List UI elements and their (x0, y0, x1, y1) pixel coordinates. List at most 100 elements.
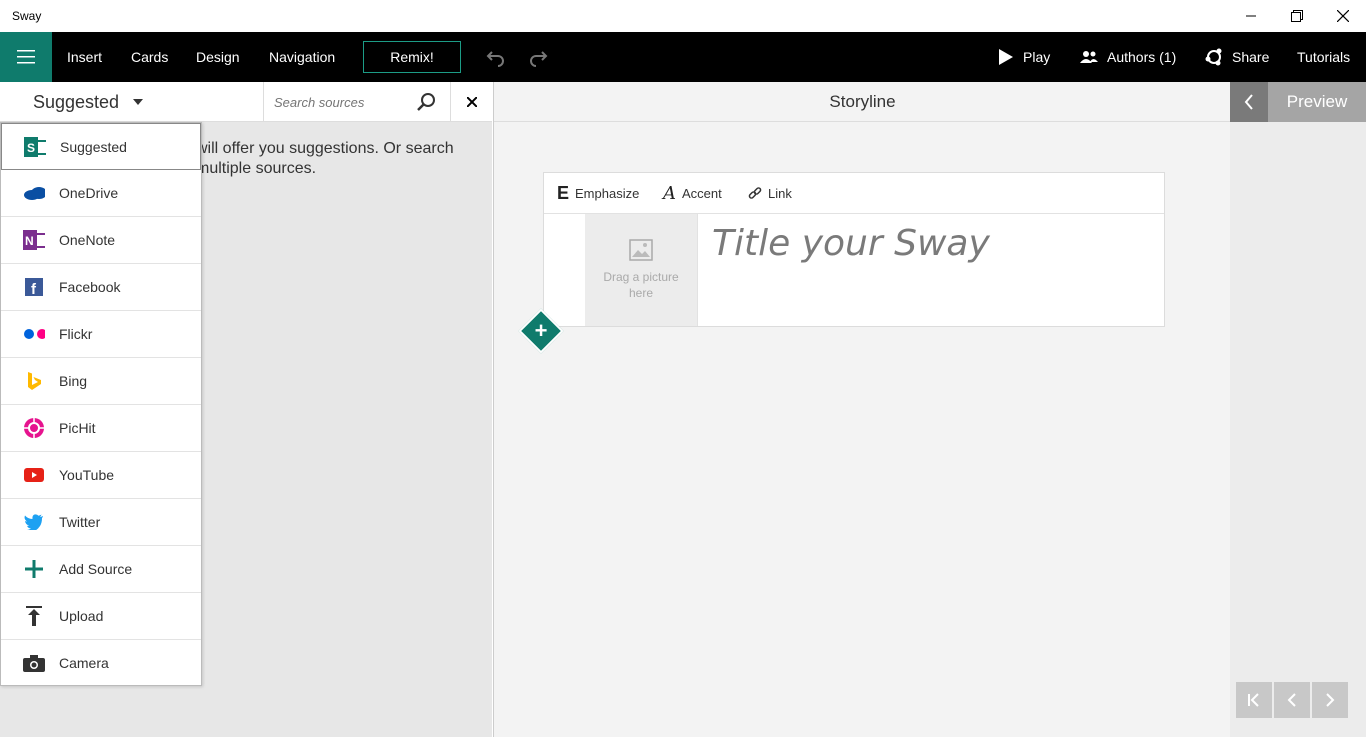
source-item-add-source[interactable]: Add Source (1, 546, 201, 593)
share-icon (1205, 48, 1222, 66)
source-item-label: PicHit (59, 420, 96, 436)
accent-icon: A (663, 183, 676, 204)
pichit-icon (23, 417, 45, 439)
facebook-icon: f (23, 276, 45, 298)
redo-icon[interactable] (528, 47, 548, 67)
bing-icon (23, 370, 45, 392)
source-item-label: Facebook (59, 279, 121, 295)
close-icon (1337, 10, 1349, 22)
source-item-label: Add Source (59, 561, 133, 577)
hamburger-icon (17, 50, 35, 64)
chevron-left-icon (1287, 693, 1296, 707)
source-item-suggested[interactable]: S Suggested (1, 123, 201, 170)
tab-design[interactable]: Design (196, 32, 240, 82)
chevron-right-icon (1326, 693, 1335, 707)
twitter-icon (23, 511, 45, 533)
flickr-icon (23, 323, 45, 345)
link-button[interactable]: Link (748, 173, 792, 214)
preview-collapse-button[interactable] (1230, 82, 1268, 122)
source-item-onedrive[interactable]: OneDrive (1, 170, 201, 217)
camera-icon (23, 652, 45, 674)
tutorials-label: Tutorials (1297, 49, 1351, 65)
share-label: Share (1232, 49, 1270, 65)
accent-label: Accent (682, 186, 722, 201)
youtube-icon (23, 464, 45, 486)
app-title: Sway (12, 9, 42, 23)
source-item-upload[interactable]: Upload (1, 593, 201, 640)
svg-text:S: S (27, 141, 35, 155)
restore-icon (1291, 10, 1303, 22)
tutorials-button[interactable]: Tutorials (1297, 32, 1350, 82)
restore-button[interactable] (1274, 0, 1320, 32)
undo-icon[interactable] (486, 47, 506, 67)
source-item-camera[interactable]: Camera (1, 639, 201, 686)
first-slide-button[interactable] (1236, 682, 1272, 718)
close-pane-button[interactable] (452, 82, 492, 122)
tab-cards[interactable]: Cards (131, 32, 168, 82)
onenote-icon: N (23, 229, 45, 251)
next-slide-button[interactable] (1312, 682, 1348, 718)
source-item-onenote[interactable]: N OneNote (1, 217, 201, 264)
accent-button[interactable]: A Accent (663, 173, 722, 214)
picture-drop-zone[interactable]: Drag a picture here (585, 214, 698, 326)
minimize-button[interactable] (1228, 0, 1274, 32)
plus-icon (23, 558, 45, 580)
play-icon (999, 49, 1013, 65)
tab-navigation[interactable]: Navigation (269, 32, 335, 82)
search-input[interactable] (264, 82, 414, 122)
source-item-bing[interactable]: Bing (1, 358, 201, 405)
play-label: Play (1023, 49, 1051, 65)
chevron-left-icon (1244, 94, 1253, 110)
svg-text:N: N (25, 234, 34, 248)
source-item-label: Upload (59, 608, 104, 624)
remix-button[interactable]: Remix! (363, 41, 461, 73)
hamburger-menu-button[interactable] (0, 32, 52, 82)
source-select[interactable]: Suggested (0, 82, 262, 122)
title-input[interactable]: Title your Sway (712, 223, 990, 264)
search-icon[interactable] (416, 92, 436, 112)
emphasize-label: Emphasize (575, 186, 640, 201)
preview-label: Preview (1286, 92, 1348, 111)
source-item-pichit[interactable]: PicHit (1, 405, 201, 452)
link-icon (748, 186, 762, 199)
source-item-label: Flickr (59, 326, 93, 342)
source-item-label: Twitter (59, 514, 101, 530)
source-item-label: Suggested (60, 138, 127, 155)
authors-button[interactable]: Authors (1) (1080, 32, 1176, 82)
preview-header: Preview (1230, 82, 1366, 122)
source-dropdown: S Suggested OneDrive N OneNote f Faceboo… (0, 122, 202, 686)
card-toolbar: E Emphasize A Accent Link (544, 173, 1164, 214)
onedrive-icon (23, 182, 45, 204)
source-item-label: YouTube (59, 467, 115, 483)
source-item-label: Bing (59, 373, 88, 389)
authors-label: Authors (1) (1107, 49, 1177, 65)
preview-pane: Preview (1230, 82, 1366, 737)
close-icon (467, 97, 477, 107)
play-button[interactable]: Play (998, 32, 1050, 82)
sources-header: Suggested (0, 82, 492, 122)
emphasize-button[interactable]: E Emphasize (557, 173, 639, 214)
share-button[interactable]: Share (1205, 32, 1269, 82)
minimize-icon (1246, 15, 1256, 17)
source-item-facebook[interactable]: f Facebook (1, 264, 201, 311)
source-item-twitter[interactable]: Twitter (1, 499, 201, 546)
emphasize-icon: E (557, 183, 570, 203)
source-item-label: OneNote (59, 232, 116, 248)
picture-drop-label: Drag a picture here (603, 270, 679, 300)
ribbon: Insert Cards Design Navigation Remix! Pl… (0, 32, 1366, 82)
sway-icon: S (24, 136, 46, 158)
people-icon (1080, 51, 1098, 63)
image-icon (629, 239, 653, 261)
storyline-pane: Storyline E Emphasize A Accent Link Drag… (493, 82, 1231, 737)
source-item-youtube[interactable]: YouTube (1, 452, 201, 499)
source-item-flickr[interactable]: Flickr (1, 311, 201, 358)
title-card[interactable]: E Emphasize A Accent Link Drag a picture… (543, 172, 1165, 327)
previous-slide-button[interactable] (1274, 682, 1310, 718)
close-window-button[interactable] (1320, 0, 1366, 32)
plus-icon: + (534, 318, 548, 343)
title-bar: Sway (0, 0, 1366, 32)
source-item-label: Camera (59, 654, 109, 671)
tab-insert[interactable]: Insert (67, 32, 102, 82)
source-item-label: OneDrive (59, 185, 119, 201)
upload-icon (23, 605, 45, 627)
